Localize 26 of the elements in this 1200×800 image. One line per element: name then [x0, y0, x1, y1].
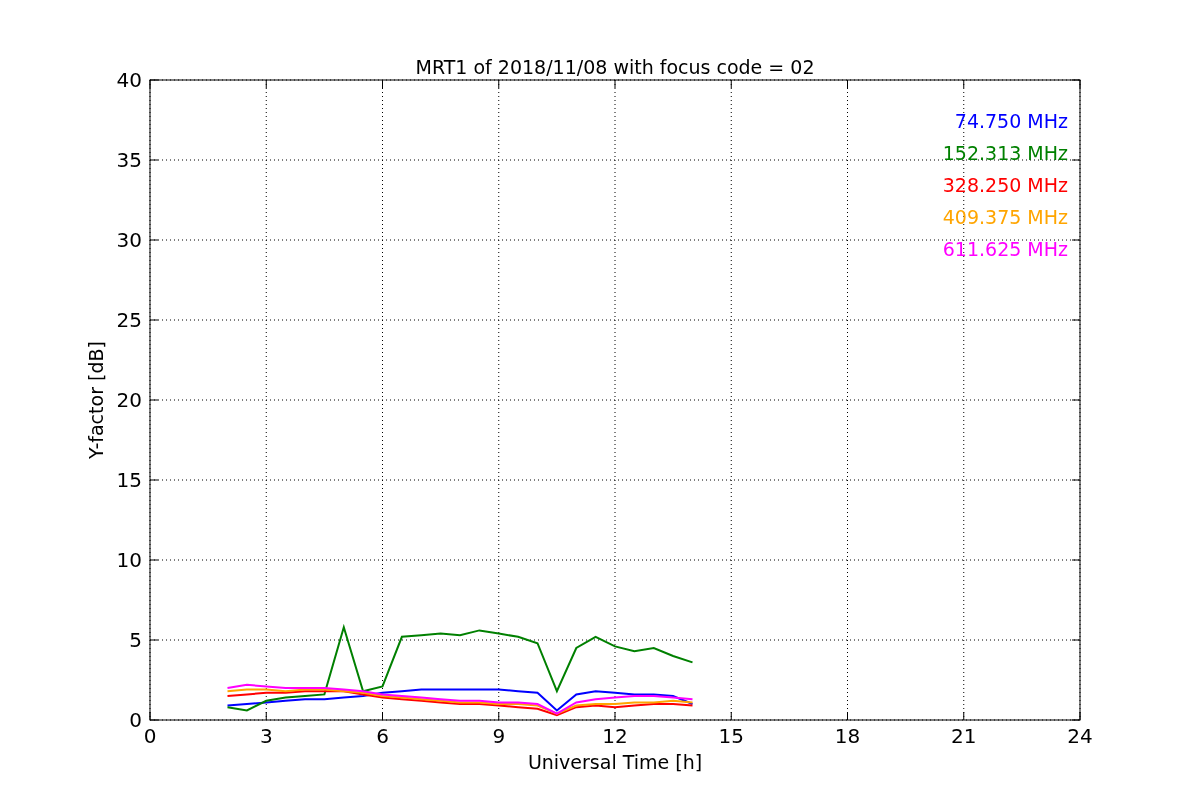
tick-label: 9: [492, 724, 506, 748]
legend-label: 328.250 MHz: [942, 174, 1068, 196]
tick-label: 0: [129, 708, 142, 732]
legend-label: 74.750 MHz: [954, 110, 1068, 132]
tick-label: 18: [834, 724, 861, 748]
legend-label: 611.625 MHz: [942, 238, 1068, 260]
legend-label: 409.375 MHz: [942, 206, 1068, 228]
tick-label: 10: [116, 548, 142, 572]
tick-label: 40: [116, 68, 142, 92]
chart-title: MRT1 of 2018/11/08 with focus code = 02: [415, 56, 815, 78]
tick-label: 0: [143, 724, 157, 748]
axis-label: Universal Time [h]: [527, 751, 703, 773]
tick-label: 5: [129, 628, 142, 652]
tick-label: 3: [259, 724, 273, 748]
tick-label: 30: [116, 228, 142, 252]
axis-label: Y-factor [dB]: [85, 341, 107, 459]
legend-label: 152.313 MHz: [942, 142, 1068, 164]
tick-label: 6: [376, 724, 389, 748]
tick-label: 24: [1067, 724, 1093, 748]
tick-label: 15: [116, 468, 142, 492]
tick-label: 21: [951, 724, 977, 748]
tick-label: 25: [116, 308, 142, 332]
tick-label: 20: [116, 388, 142, 412]
tick-label: 35: [116, 148, 142, 172]
tick-label: 15: [718, 724, 744, 748]
tick-label: 12: [602, 724, 628, 748]
